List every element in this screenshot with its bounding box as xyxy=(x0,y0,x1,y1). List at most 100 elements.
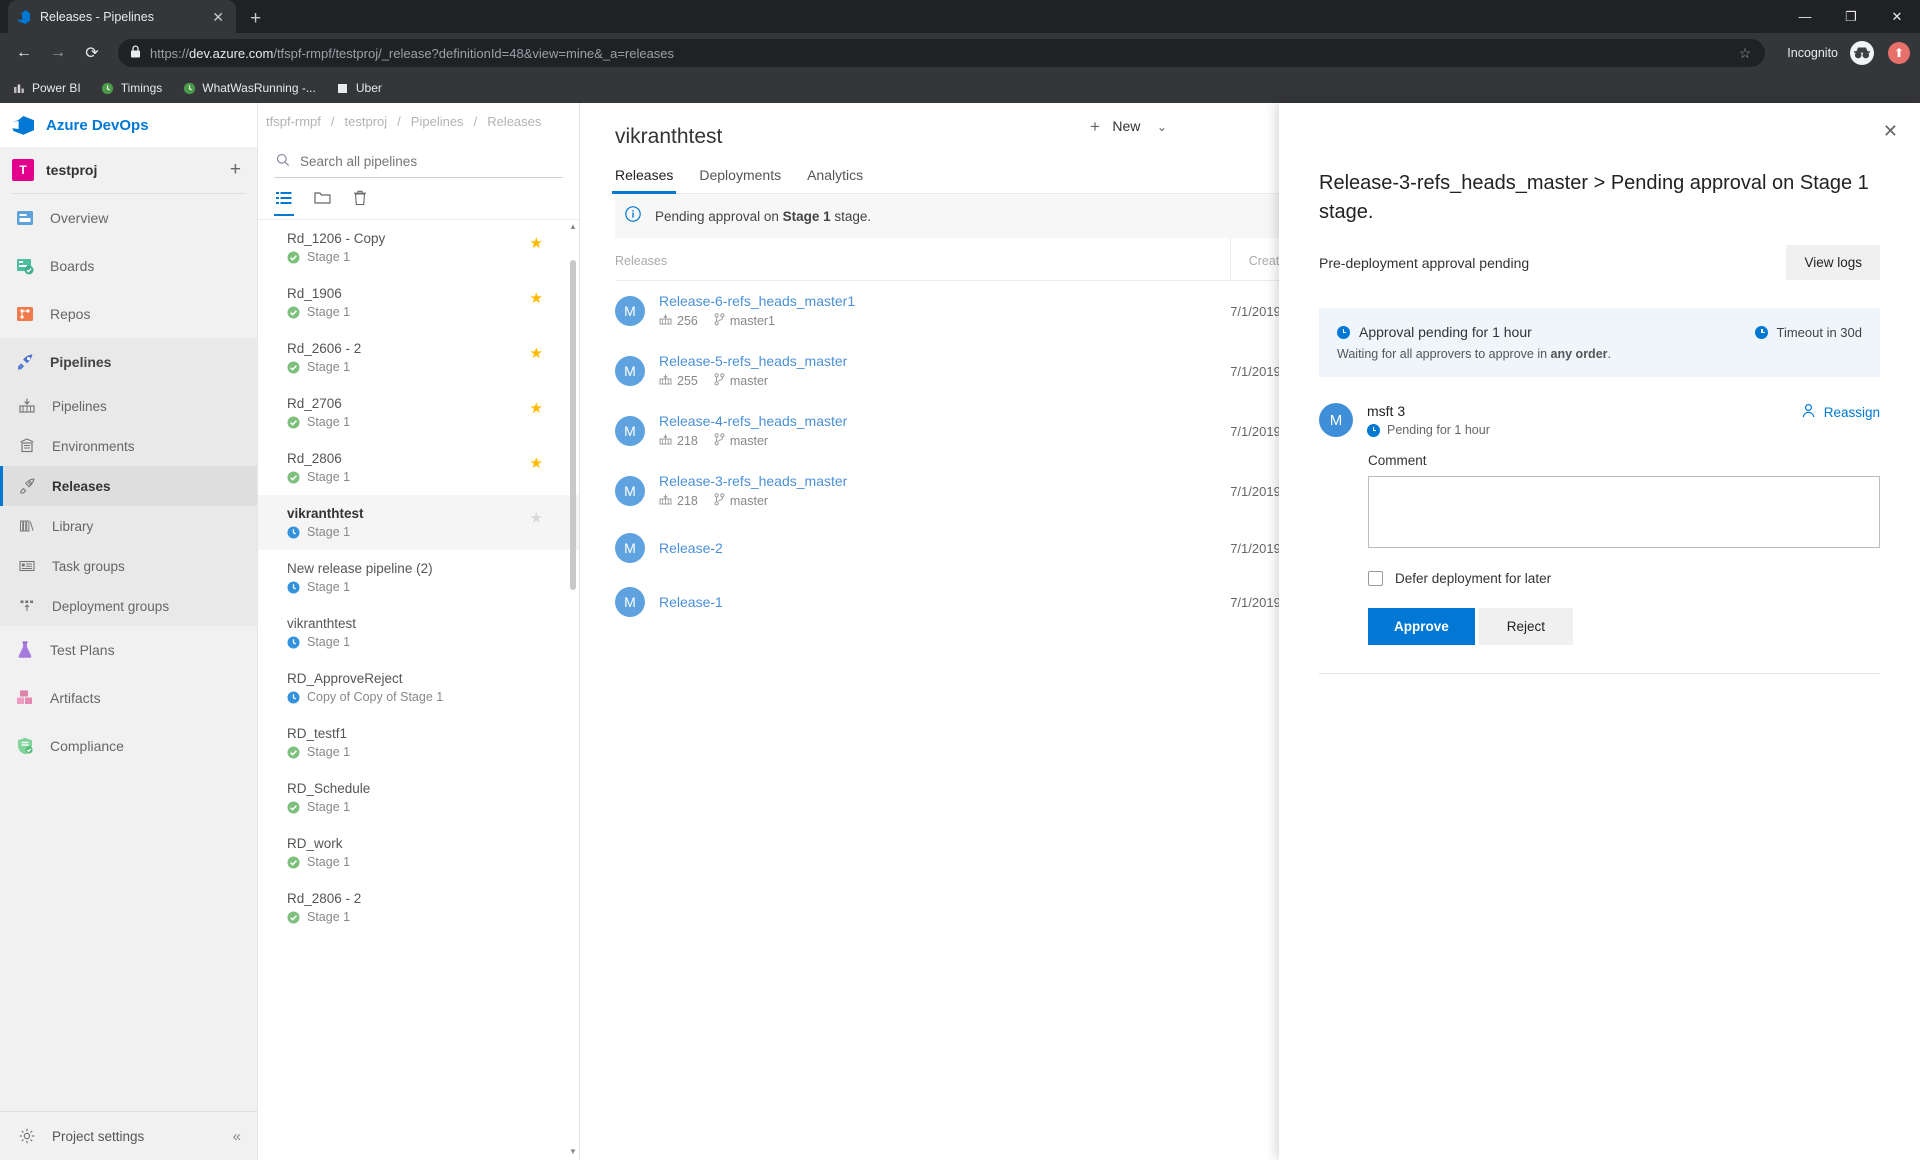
build-icon xyxy=(659,434,672,449)
favorite-star-icon[interactable]: ★ xyxy=(530,344,543,362)
reassign-button[interactable]: Reassign xyxy=(1801,403,1880,421)
sidebar-item-test-plans[interactable]: Test Plans xyxy=(0,626,257,674)
comment-input[interactable] xyxy=(1368,476,1880,548)
release-link[interactable]: Release-4-refs_heads_master xyxy=(659,413,847,429)
sidebar-item-repos[interactable]: Repos xyxy=(0,290,257,338)
sidebar-item-environments[interactable]: Environments xyxy=(0,426,257,466)
favorite-star-icon[interactable]: ★ xyxy=(530,289,543,307)
sidebar-item-pipelines[interactable]: Pipelines xyxy=(0,386,257,426)
sidebar-item-project-settings[interactable]: Project settings « xyxy=(0,1112,257,1160)
pipelines-icon xyxy=(14,351,36,373)
build-number: 256 xyxy=(677,314,698,328)
pipeline-stage-label: Stage 1 xyxy=(307,360,351,374)
maximize-icon[interactable]: ❐ xyxy=(1828,0,1874,33)
incognito-icon[interactable] xyxy=(1850,41,1874,65)
pipelines-scrollbar[interactable]: ▲ ▼ xyxy=(569,220,577,1160)
sidebar-item-library[interactable]: Library xyxy=(0,506,257,546)
release-link[interactable]: Release-2 xyxy=(659,540,723,556)
pipelines-scroll-area[interactable]: Rd_1206 - Copy Stage 1 ★ Rd_1906 Stage 1… xyxy=(258,220,579,1160)
list-item[interactable]: RD_work Stage 1 xyxy=(258,825,579,880)
column-header-releases[interactable]: Releases xyxy=(615,238,1231,281)
pipeline-stage: Stage 1 xyxy=(287,745,563,759)
favorite-star-icon[interactable]: ★ xyxy=(530,509,543,527)
new-tab-button[interactable]: + xyxy=(250,9,261,28)
sidebar-item-compliance[interactable]: Compliance xyxy=(0,722,257,770)
browser-toolbar: ← → ⟳ https://dev.azure.com/tfspf-rmpf/t… xyxy=(0,33,1920,73)
scrollbar-thumb[interactable] xyxy=(570,260,576,590)
release-link[interactable]: Release-6-refs_heads_master1 xyxy=(659,293,855,309)
bookmark-item[interactable]: Uber xyxy=(336,81,382,95)
scroll-down-icon[interactable]: ▼ xyxy=(569,1147,577,1156)
defer-deployment-row[interactable]: Defer deployment for later xyxy=(1368,571,1880,586)
favorite-star-icon[interactable]: ★ xyxy=(530,454,543,472)
folder-icon[interactable] xyxy=(314,191,331,216)
azure-devops-brand[interactable]: Azure DevOps xyxy=(0,103,257,147)
list-item[interactable]: Rd_1906 Stage 1 ★ xyxy=(258,275,579,330)
delete-icon[interactable] xyxy=(353,190,367,217)
defer-checkbox[interactable] xyxy=(1368,571,1383,586)
list-item[interactable]: RD_Schedule Stage 1 xyxy=(258,770,579,825)
pipelines-list-panel: tfspf-rmpf / testproj / Pipelines / Rele… xyxy=(258,103,580,1160)
list-item[interactable]: New release pipeline (2) Stage 1 xyxy=(258,550,579,605)
list-view-icon[interactable] xyxy=(274,191,294,216)
reload-icon[interactable]: ⟳ xyxy=(78,39,106,67)
list-item[interactable]: Rd_2606 - 2 Stage 1 ★ xyxy=(258,330,579,385)
list-item[interactable]: RD_testf1 Stage 1 xyxy=(258,715,579,770)
list-item[interactable]: Rd_2706 Stage 1 ★ xyxy=(258,385,579,440)
favorite-star-icon[interactable]: ★ xyxy=(530,234,543,252)
tab-deployments[interactable]: Deployments xyxy=(699,167,781,193)
list-item[interactable]: Rd_2806 - 2 Stage 1 xyxy=(258,880,579,935)
favorite-star-icon[interactable]: ★ xyxy=(530,399,543,417)
release-link[interactable]: Release-5-refs_heads_master xyxy=(659,353,847,369)
breadcrumb-item[interactable]: testproj xyxy=(345,114,388,129)
reject-button[interactable]: Reject xyxy=(1478,608,1574,645)
list-item[interactable]: vikranthtest Stage 1 xyxy=(258,605,579,660)
release-link[interactable]: Release-3-refs_heads_master xyxy=(659,473,847,489)
search-input[interactable] xyxy=(300,154,561,169)
bookmark-item[interactable]: Power BI xyxy=(12,81,81,95)
window-close-icon[interactable]: ✕ xyxy=(1874,0,1920,33)
breadcrumb-item[interactable]: Pipelines xyxy=(411,114,464,129)
new-pipeline-button[interactable]: + New ⌄ xyxy=(1090,117,1167,137)
scroll-up-icon[interactable]: ▲ xyxy=(569,222,577,231)
tab-close-icon[interactable]: ✕ xyxy=(208,10,228,24)
bookmark-item[interactable]: WhatWasRunning -... xyxy=(182,81,316,95)
approval-buttons: Approve Reject xyxy=(1368,608,1880,645)
back-icon[interactable]: ← xyxy=(10,39,38,67)
collapse-nav-icon[interactable]: « xyxy=(233,1128,241,1145)
pipeline-stage-label: Stage 1 xyxy=(307,800,351,814)
release-link[interactable]: Release-1 xyxy=(659,594,723,610)
add-project-icon[interactable]: + xyxy=(230,159,257,181)
close-icon[interactable]: ✕ xyxy=(1883,121,1898,142)
sidebar-item-overview[interactable]: Overview xyxy=(0,194,257,242)
breadcrumb-item[interactable]: tfspf-rmpf xyxy=(266,114,321,129)
view-logs-button[interactable]: View logs xyxy=(1786,245,1880,280)
forward-icon[interactable]: → xyxy=(44,39,72,67)
list-item[interactable]: Rd_1206 - Copy Stage 1 ★ xyxy=(258,220,579,275)
breadcrumb-item[interactable]: Releases xyxy=(487,114,541,129)
list-item[interactable]: vikranthtest Stage 1 ★ xyxy=(258,495,579,550)
profile-avatar[interactable]: ⬆ xyxy=(1888,42,1910,64)
browser-tab[interactable]: Releases - Pipelines ✕ xyxy=(8,0,236,33)
list-item[interactable]: RD_ApproveReject Copy of Copy of Stage 1 xyxy=(258,660,579,715)
bookmark-item[interactable]: Timings xyxy=(101,81,162,95)
sidebar-item-pipelines-group[interactable]: Pipelines xyxy=(0,338,257,386)
address-bar[interactable]: https://dev.azure.com/tfspf-rmpf/testpro… xyxy=(118,39,1766,67)
project-selector[interactable]: T testproj + xyxy=(0,147,257,193)
sidebar-item-releases[interactable]: Releases xyxy=(0,466,257,506)
sidebar-item-boards[interactable]: Boards xyxy=(0,242,257,290)
list-item[interactable]: Rd_2806 Stage 1 ★ xyxy=(258,440,579,495)
minimize-icon[interactable]: — xyxy=(1782,0,1828,33)
approval-waiting-text: Waiting for all approvers to approve in … xyxy=(1337,347,1862,361)
bookmark-star-icon[interactable]: ☆ xyxy=(1739,45,1754,62)
search-box[interactable] xyxy=(274,149,563,178)
sidebar-item-deployment-groups[interactable]: Deployment groups xyxy=(0,586,257,626)
tab-analytics[interactable]: Analytics xyxy=(807,167,863,193)
waiting-prefix: Waiting for all approvers to approve in xyxy=(1337,347,1551,361)
sidebar-item-artifacts[interactable]: Artifacts xyxy=(0,674,257,722)
sidebar-item-task-groups[interactable]: Task groups xyxy=(0,546,257,586)
tab-releases[interactable]: Releases xyxy=(611,167,677,194)
panel-subheader: Pre-deployment approval pending View log… xyxy=(1319,245,1880,280)
approve-button[interactable]: Approve xyxy=(1368,608,1475,645)
